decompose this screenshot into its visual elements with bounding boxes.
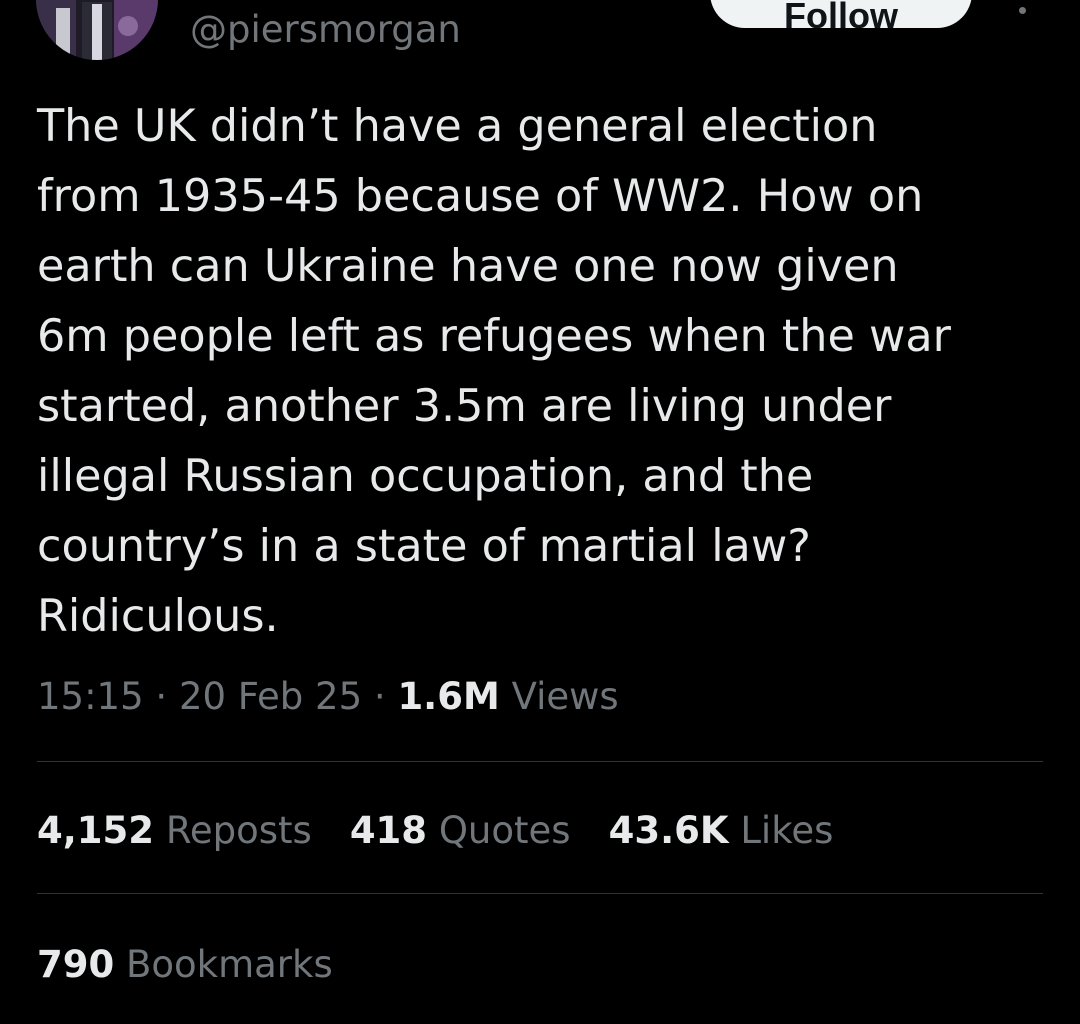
likes-count: 43.6K — [608, 809, 729, 852]
tweet-meta: 15:15 · 20 Feb 25 · 1.6M Views — [37, 673, 619, 721]
likes-stat[interactable]: 43.6K Likes — [609, 806, 834, 856]
views-label: Views — [511, 675, 619, 718]
quotes-stat[interactable]: 418 Quotes — [350, 806, 571, 856]
tweet-time[interactable]: 15:15 — [37, 675, 144, 718]
follow-button-label: Follow — [784, 0, 898, 28]
reposts-stat[interactable]: 4,152 Reposts — [37, 806, 312, 856]
author-handle[interactable]: @piersmorgan — [190, 8, 461, 52]
tweet-text: The UK didn’t have a general election fr… — [37, 101, 951, 642]
avatar[interactable] — [36, 0, 158, 60]
bookmarks-count: 790 — [37, 943, 115, 986]
divider — [37, 893, 1043, 894]
bookmarks-label: Bookmarks — [126, 943, 333, 986]
reposts-label: Reposts — [165, 809, 312, 852]
quotes-label: Quotes — [438, 809, 571, 852]
meta-separator: · — [143, 675, 179, 718]
views-count: 1.6M — [397, 675, 500, 718]
bookmarks-stat[interactable]: 790 Bookmarks — [37, 940, 333, 990]
divider — [37, 761, 1043, 762]
follow-button[interactable]: Follow — [710, 0, 972, 28]
engagement-stats: 4,152 Reposts 418 Quotes 43.6K Likes — [37, 806, 833, 856]
tweet-date[interactable]: 20 Feb 25 — [179, 675, 362, 718]
quotes-count: 418 — [349, 809, 428, 852]
likes-label: Likes — [740, 809, 834, 852]
meta-separator: · — [362, 675, 398, 718]
reposts-count: 4,152 — [37, 809, 155, 852]
more-dot — [1018, 7, 1026, 14]
more-options-icon[interactable] — [1004, 0, 1040, 14]
